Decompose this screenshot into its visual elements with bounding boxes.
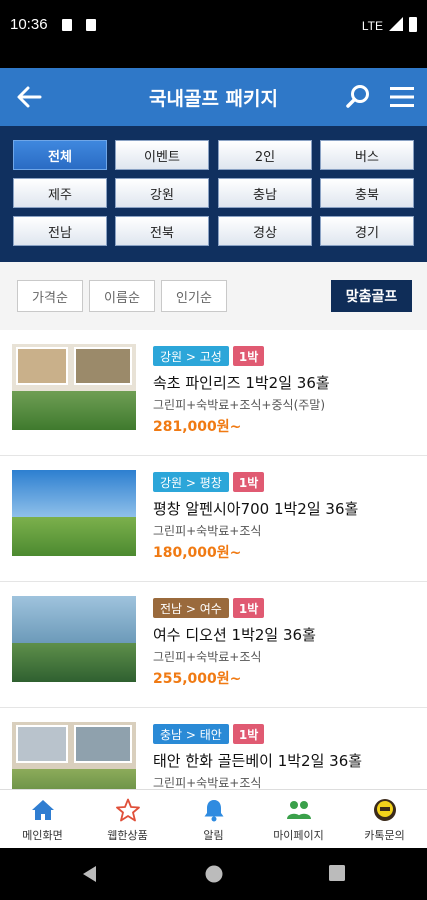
sd-card-icon [86,19,96,31]
product-title: 여수 디오션 1박2일 36홀 [153,626,316,644]
filter-jeonnam[interactable]: 전남 [13,216,107,246]
nights-badge: 1박 [232,724,265,744]
battery-icon [409,17,417,32]
system-home-icon[interactable] [204,864,224,884]
search-icon[interactable] [345,84,371,110]
network-type: LTE [361,19,383,33]
filter-gyeonggi[interactable]: 경기 [320,216,414,246]
nights-badge: 1박 [232,598,265,618]
people-icon [286,801,311,819]
filter-chungnam[interactable]: 충남 [218,178,312,208]
filter-gangwon[interactable]: 강원 [115,178,209,208]
custom-golf-button[interactable]: 맞춤골프 [331,280,412,312]
filter-chungbuk[interactable]: 충북 [320,178,414,208]
notification-icon [62,19,72,31]
nav-mypage[interactable]: 마이페이지 [256,790,341,849]
hamburger-menu-icon[interactable] [389,85,415,109]
product-tags: 전남 > 여수 1박 [153,598,265,618]
filter-bus[interactable]: 버스 [320,140,414,170]
nav-notifications[interactable]: 알림 [171,790,256,849]
product-image [12,344,136,430]
filter-jeju[interactable]: 제주 [13,178,107,208]
nav-home-label: 메인화면 [22,829,63,842]
filter-two-person[interactable]: 2인 [218,140,312,170]
list-item[interactable]: 강원 > 고성 1박 속초 파인리즈 1박2일 36홀 그린피+숙박료+조식+중… [0,330,427,456]
product-title: 태안 한화 골든베이 1박2일 36홀 [153,752,363,770]
product-image [12,596,136,682]
nav-notifications-label: 알림 [203,829,224,842]
list-item[interactable]: 강원 > 평창 1박 평창 알펜시아700 1박2일 36홀 그린피+숙박료+조… [0,456,427,582]
signal-icon [389,17,403,31]
nav-kakaotalk-label: 카톡문의 [364,829,405,842]
nights-badge: 1박 [232,472,265,492]
region-tag: 강원 > 평창 [153,472,229,492]
sort-by-name-button[interactable]: 이름순 [89,280,155,312]
product-description: 그린피+숙박료+조식 [153,776,262,789]
nights-badge: 1박 [232,346,265,366]
product-image [12,722,136,789]
region-tag: 충남 > 태안 [153,724,229,744]
region-tag: 전남 > 여수 [153,598,229,618]
star-icon [115,798,140,822]
nav-home[interactable]: 메인화면 [0,790,85,849]
product-description: 그린피+숙박료+조식+중식(주말) [153,398,326,412]
bell-icon [204,800,223,822]
product-title: 속초 파인리즈 1박2일 36홀 [153,374,330,392]
product-price: 281,000원~ [153,419,242,435]
product-title: 평창 알펜시아700 1박2일 36홀 [153,500,359,518]
system-recents-icon[interactable] [328,864,346,882]
nav-special-label: 웹한상품 [107,829,148,842]
filter-all[interactable]: 전체 [13,140,107,170]
nav-mypage-label: 마이페이지 [273,829,324,842]
bottom-navigation: 메인화면 웹한상품 알림 마이페이지 카톡문의 [0,789,427,848]
product-description: 그린피+숙박료+조식 [153,650,262,664]
nav-special[interactable]: 웹한상품 [85,790,170,849]
list-item[interactable]: 충남 > 태안 1박 태안 한화 골든베이 1박2일 36홀 그린피+숙박료+조… [0,708,427,789]
sort-by-price-button[interactable]: 가격순 [17,280,83,312]
product-tags: 충남 > 태안 1박 [153,724,265,744]
system-back-icon[interactable] [80,864,98,884]
status-time: 10:36 [10,16,48,33]
home-icon [31,800,54,820]
product-tags: 강원 > 고성 1박 [153,346,265,366]
filter-jeonbuk[interactable]: 전북 [115,216,209,246]
filter-event[interactable]: 이벤트 [115,140,209,170]
product-list: 강원 > 고성 1박 속초 파인리즈 1박2일 36홀 그린피+숙박료+조식+중… [0,330,427,789]
product-image [12,470,136,556]
sort-bar: 가격순 이름순 인기순 맞춤골프 [0,262,427,330]
product-price: 255,000원~ [153,671,242,687]
status-bar: 10:36 LTE [0,0,427,68]
region-tag: 강원 > 고성 [153,346,229,366]
list-item[interactable]: 전남 > 여수 1박 여수 디오션 1박2일 36홀 그린피+숙박료+조식 25… [0,582,427,708]
nav-kakaotalk[interactable]: 카톡문의 [342,790,427,849]
product-price: 180,000원~ [153,545,242,561]
region-filter-grid: 전체 이벤트 2인 버스 제주 강원 충남 충북 전남 전북 경상 경기 [0,126,427,262]
sort-by-popularity-button[interactable]: 인기순 [161,280,227,312]
system-navigation-bar [0,848,427,900]
product-tags: 강원 > 평창 1박 [153,472,265,492]
filter-gyeongsang[interactable]: 경상 [218,216,312,246]
app-header: 국내골프 패키지 [0,68,427,126]
product-description: 그린피+숙박료+조식 [153,524,262,538]
kakaotalk-icon [373,799,396,821]
